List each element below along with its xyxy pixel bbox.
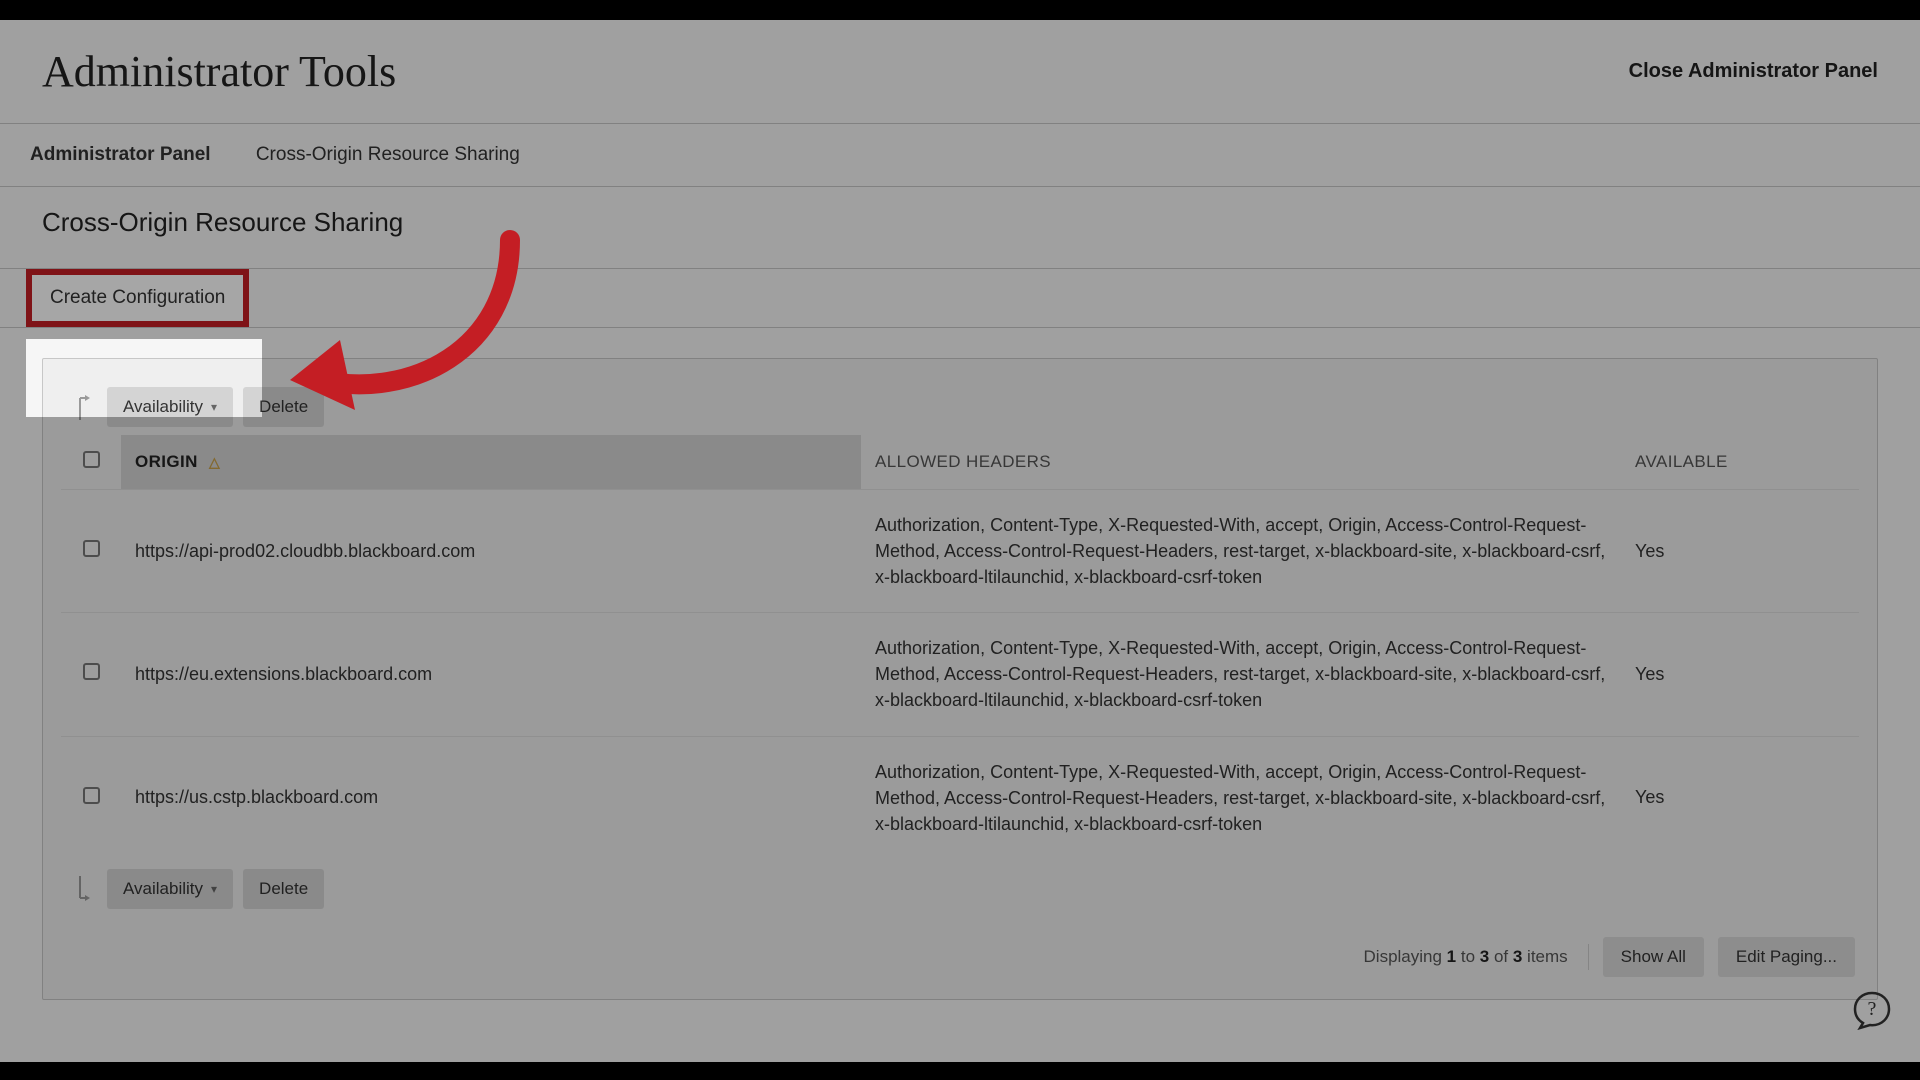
availability-label: Availability: [123, 879, 203, 899]
column-available[interactable]: AVAILABLE: [1621, 435, 1859, 490]
availability-button-top[interactable]: Availability ▾: [107, 387, 233, 427]
cell-available: Yes: [1621, 736, 1859, 859]
cell-origin[interactable]: https://eu.extensions.blackboard.com: [121, 613, 861, 736]
letterbox-bottom: [0, 1062, 1920, 1080]
cell-available: Yes: [1621, 613, 1859, 736]
table-header-row: ORIGIN △ ALLOWED HEADERS AVAILABLE: [61, 435, 1859, 490]
fold-arrow-up-icon: [73, 392, 97, 422]
delete-button-top[interactable]: Delete: [243, 387, 324, 427]
column-allowed-headers[interactable]: ALLOWED HEADERS: [861, 435, 1621, 490]
row-checkbox[interactable]: [83, 787, 100, 804]
pagination-of-word: of: [1489, 947, 1513, 966]
breadcrumb-item-cors: Cross-Origin Resource Sharing: [256, 144, 520, 166]
cell-allowed-headers: Authorization, Content-Type, X-Requested…: [861, 613, 1621, 736]
toolbar-top: Availability ▾ Delete: [73, 387, 1859, 427]
create-configuration-button[interactable]: Create Configuration: [32, 275, 243, 321]
svg-text:?: ?: [1868, 998, 1877, 1020]
column-origin[interactable]: ORIGIN △: [121, 435, 861, 490]
table-row: https://api-prod02.cloudbb.blackboard.co…: [61, 490, 1859, 613]
cell-origin[interactable]: https://api-prod02.cloudbb.blackboard.co…: [121, 490, 861, 613]
create-configuration-highlight: Create Configuration: [0, 269, 249, 327]
table-row: https://eu.extensions.blackboard.com Aut…: [61, 613, 1859, 736]
fold-arrow-down-icon: [73, 874, 97, 904]
cell-allowed-headers: Authorization, Content-Type, X-Requested…: [861, 736, 1621, 859]
cell-origin[interactable]: https://us.cstp.blackboard.com: [121, 736, 861, 859]
column-origin-label: ORIGIN: [135, 452, 198, 471]
help-button[interactable]: ?: [1852, 990, 1892, 1030]
divider: [1588, 944, 1589, 970]
pagination-from: 1: [1447, 947, 1456, 966]
pagination-total: 3: [1513, 947, 1522, 966]
header: Administrator Tools Close Administrator …: [0, 20, 1920, 124]
page-title: Administrator Tools: [42, 46, 396, 97]
sub-header: Cross-Origin Resource Sharing: [0, 187, 1920, 238]
letterbox-top: [0, 0, 1920, 20]
table-row: https://us.cstp.blackboard.com Authoriza…: [61, 736, 1859, 859]
pagination-suffix: items: [1522, 947, 1567, 966]
section-title: Cross-Origin Resource Sharing: [42, 207, 1878, 238]
cors-table: ORIGIN △ ALLOWED HEADERS AVAILABLE https…: [61, 435, 1859, 859]
pagination-to-word: to: [1456, 947, 1480, 966]
delete-button-bottom[interactable]: Delete: [243, 869, 324, 909]
chevron-down-icon: ▾: [211, 882, 217, 896]
select-all-header: [61, 435, 121, 490]
page: Administrator Tools Close Administrator …: [0, 20, 1920, 1062]
action-bar: Create Configuration: [0, 268, 1920, 328]
breadcrumb: Administrator Panel Cross-Origin Resourc…: [0, 124, 1920, 187]
close-admin-panel-link[interactable]: Close Administrator Panel: [1629, 60, 1878, 83]
cell-available: Yes: [1621, 490, 1859, 613]
cell-allowed-headers: Authorization, Content-Type, X-Requested…: [861, 490, 1621, 613]
row-checkbox[interactable]: [83, 540, 100, 557]
highlight-frame: Create Configuration: [26, 269, 249, 327]
show-all-button[interactable]: Show All: [1603, 937, 1704, 977]
availability-label: Availability: [123, 397, 203, 417]
availability-button-bottom[interactable]: Availability ▾: [107, 869, 233, 909]
row-checkbox[interactable]: [83, 663, 100, 680]
pagination-status: Displaying 1 to 3 of 3 items: [1364, 947, 1568, 967]
chevron-down-icon: ▾: [211, 400, 217, 414]
toolbar-bottom: Availability ▾ Delete: [73, 869, 1859, 909]
sort-asc-icon: △: [209, 454, 220, 470]
pagination-bar: Displaying 1 to 3 of 3 items Show All Ed…: [61, 937, 1859, 977]
data-card: Availability ▾ Delete ORIGIN △: [42, 358, 1878, 1000]
pagination-prefix: Displaying: [1364, 947, 1447, 966]
pagination-to: 3: [1480, 947, 1489, 966]
content-area: Availability ▾ Delete ORIGIN △: [0, 328, 1920, 1040]
breadcrumb-item-admin-panel[interactable]: Administrator Panel: [30, 144, 211, 166]
select-all-checkbox[interactable]: [83, 451, 100, 468]
edit-paging-button[interactable]: Edit Paging...: [1718, 937, 1855, 977]
